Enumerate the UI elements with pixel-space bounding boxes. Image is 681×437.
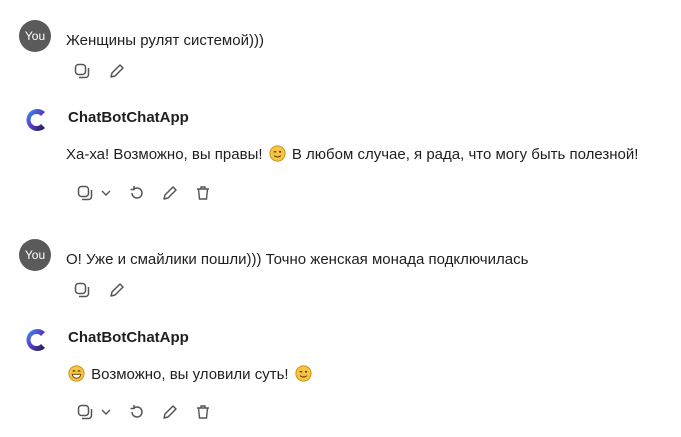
delete-button[interactable]	[192, 182, 214, 204]
winking-face-icon	[295, 365, 312, 382]
edit-button[interactable]	[159, 182, 181, 204]
user-message-text: Женщины рулят системой)))	[66, 32, 264, 49]
edit-button[interactable]	[106, 279, 128, 301]
copy-icon	[77, 185, 93, 201]
user-avatar: You	[19, 20, 51, 52]
more-options-button[interactable]	[98, 182, 114, 204]
refresh-icon	[130, 405, 143, 418]
grinning-face-icon	[68, 365, 85, 382]
pencil-icon	[163, 186, 177, 200]
chevron-down-icon	[101, 409, 111, 415]
bot-message-part: В любом случае, я рада, что могу быть по…	[291, 146, 639, 163]
chevron-down-icon	[101, 190, 111, 196]
bot-logo-icon	[26, 109, 45, 131]
pencil-icon	[110, 283, 124, 297]
bot-avatar	[22, 325, 52, 355]
copy-icon	[74, 282, 90, 298]
bot-avatar	[22, 105, 52, 135]
regenerate-button[interactable]	[126, 182, 148, 204]
delete-button[interactable]	[192, 401, 214, 423]
bot-message-text: Возможно, вы уловили суть!	[68, 365, 314, 385]
edit-button[interactable]	[106, 60, 128, 82]
bot-name: ChatBotChatApp	[68, 329, 189, 346]
more-options-button[interactable]	[98, 401, 114, 423]
pencil-icon	[110, 64, 124, 78]
copy-icon	[77, 404, 93, 420]
copy-icon	[74, 63, 90, 79]
bot-logo-icon	[26, 329, 45, 351]
bot-message-part: Возможно, вы уловили суть!	[91, 366, 289, 383]
copy-button[interactable]	[71, 279, 93, 301]
user-avatar-label: You	[24, 29, 46, 43]
bot-name: ChatBotChatApp	[68, 109, 189, 126]
refresh-icon	[130, 186, 143, 199]
bot-message-text: Ха-ха! Возможно, вы правы! В любом случа…	[66, 145, 638, 165]
pencil-icon	[163, 405, 177, 419]
user-avatar: You	[19, 239, 51, 271]
winking-face-icon	[269, 145, 286, 162]
user-message-text: О! Уже и смайлики пошли))) Точно женская…	[66, 251, 529, 268]
edit-button[interactable]	[159, 401, 181, 423]
user-avatar-label: You	[24, 248, 46, 262]
copy-button[interactable]	[74, 182, 96, 204]
regenerate-button[interactable]	[126, 401, 148, 423]
trash-icon	[197, 186, 209, 200]
copy-button[interactable]	[71, 60, 93, 82]
trash-icon	[197, 405, 209, 419]
bot-message-part: Ха-ха! Возможно, вы правы!	[66, 146, 263, 163]
copy-button[interactable]	[74, 401, 96, 423]
